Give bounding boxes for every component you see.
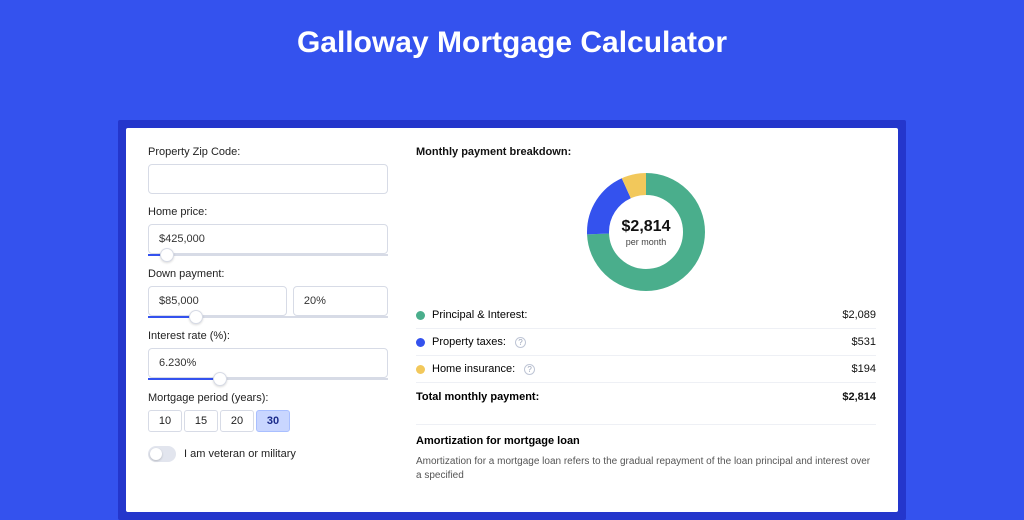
down-payment-pct-input[interactable] bbox=[293, 286, 388, 316]
home-price-label: Home price: bbox=[148, 206, 388, 218]
legend-total-row: Total monthly payment: $2,814 bbox=[416, 383, 876, 410]
veteran-row: I am veteran or military bbox=[148, 446, 388, 462]
period-segmented: 10152030 bbox=[148, 410, 388, 432]
breakdown-title: Monthly payment breakdown: bbox=[416, 146, 876, 158]
down-payment-input[interactable] bbox=[148, 286, 287, 316]
help-icon[interactable]: ? bbox=[515, 337, 526, 348]
home-price-field: Home price: bbox=[148, 206, 388, 256]
legend-dot bbox=[416, 311, 425, 320]
donut-sub: per month bbox=[626, 237, 667, 247]
legend-label: Property taxes: bbox=[432, 336, 506, 348]
legend-row: Home insurance:? $194 bbox=[416, 356, 876, 383]
home-price-input[interactable] bbox=[148, 224, 388, 254]
down-payment-label: Down payment: bbox=[148, 268, 388, 280]
period-option-15[interactable]: 15 bbox=[184, 410, 218, 432]
period-option-20[interactable]: 20 bbox=[220, 410, 254, 432]
interest-field: Interest rate (%): bbox=[148, 330, 388, 380]
legend-value: $531 bbox=[852, 336, 876, 348]
interest-slider[interactable] bbox=[148, 378, 388, 380]
period-option-10[interactable]: 10 bbox=[148, 410, 182, 432]
help-icon[interactable]: ? bbox=[524, 364, 535, 375]
calculator-card: Property Zip Code: Home price: Down paym… bbox=[126, 128, 898, 512]
slider-thumb[interactable] bbox=[213, 372, 227, 386]
donut-center: $2,814 per month bbox=[586, 172, 706, 292]
period-option-30[interactable]: 30 bbox=[256, 410, 290, 432]
legend-value: $194 bbox=[852, 363, 876, 375]
breakdown-column: Monthly payment breakdown: $2,814 per mo… bbox=[416, 146, 876, 512]
zip-label: Property Zip Code: bbox=[148, 146, 388, 158]
period-field: Mortgage period (years): 10152030 bbox=[148, 392, 388, 432]
interest-label: Interest rate (%): bbox=[148, 330, 388, 342]
legend-row: Principal & Interest: $2,089 bbox=[416, 302, 876, 329]
zip-field: Property Zip Code: bbox=[148, 146, 388, 194]
legend-value: $2,089 bbox=[842, 309, 876, 321]
total-value: $2,814 bbox=[842, 391, 876, 403]
amortization-section: Amortization for mortgage loan Amortizat… bbox=[416, 424, 876, 483]
slider-thumb[interactable] bbox=[160, 248, 174, 262]
interest-input[interactable] bbox=[148, 348, 388, 378]
down-payment-slider[interactable] bbox=[148, 316, 388, 318]
donut-amount: $2,814 bbox=[622, 218, 671, 236]
legend-label: Home insurance: bbox=[432, 363, 515, 375]
home-price-slider[interactable] bbox=[148, 254, 388, 256]
zip-input[interactable] bbox=[148, 164, 388, 194]
donut-chart: $2,814 per month bbox=[416, 168, 876, 302]
amortization-title: Amortization for mortgage loan bbox=[416, 435, 876, 447]
veteran-toggle[interactable] bbox=[148, 446, 176, 462]
veteran-label: I am veteran or military bbox=[184, 448, 296, 460]
down-payment-field: Down payment: bbox=[148, 268, 388, 318]
total-label: Total monthly payment: bbox=[416, 391, 539, 403]
legend-label: Principal & Interest: bbox=[432, 309, 527, 321]
legend-dot bbox=[416, 365, 425, 374]
legend-dot bbox=[416, 338, 425, 347]
inputs-column: Property Zip Code: Home price: Down paym… bbox=[148, 146, 388, 512]
legend-row: Property taxes:? $531 bbox=[416, 329, 876, 356]
page-title: Galloway Mortgage Calculator bbox=[0, 0, 1024, 80]
legend-list: Principal & Interest: $2,089 Property taxe… bbox=[416, 302, 876, 383]
slider-thumb[interactable] bbox=[189, 310, 203, 324]
amortization-text: Amortization for a mortgage loan refers … bbox=[416, 455, 876, 483]
period-label: Mortgage period (years): bbox=[148, 392, 388, 404]
